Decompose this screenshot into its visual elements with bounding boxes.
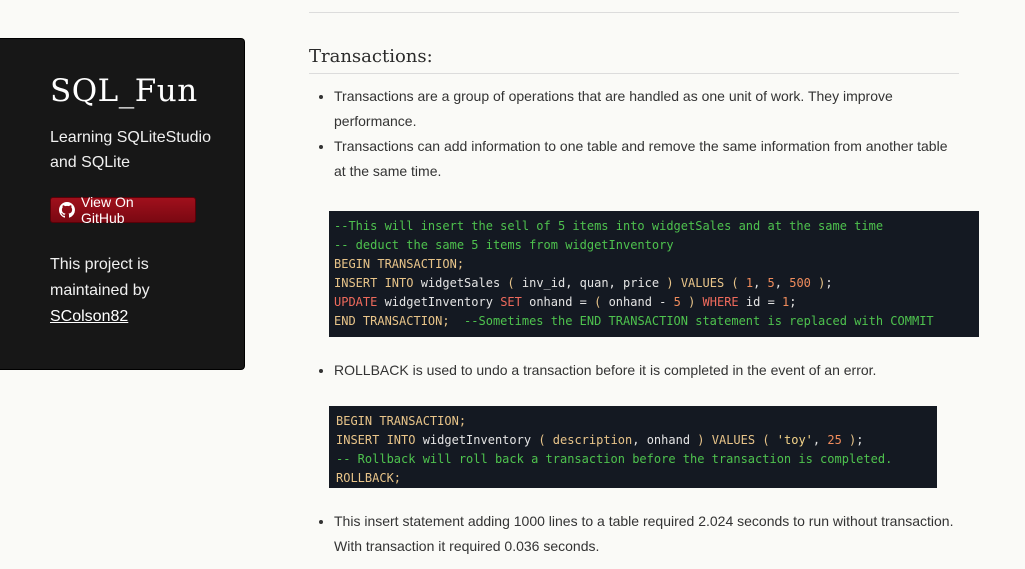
code-text: widgetSales bbox=[413, 276, 508, 290]
site-description: Learning SQLiteStudio and SQLite bbox=[50, 129, 211, 171]
code-keyword: ROLLBACK; bbox=[336, 471, 402, 485]
code-block-transaction[interactable]: --This will insert the sell of 5 items i… bbox=[329, 211, 979, 337]
code-text: widgetInventory bbox=[415, 433, 539, 447]
code-text: widgetInventory bbox=[377, 295, 501, 309]
main-content: Transactions: Transactions are a group o… bbox=[309, 46, 979, 554]
view-on-github-button[interactable]: View On GitHub bbox=[50, 194, 196, 226]
github-button-label: View On GitHub bbox=[80, 194, 134, 226]
code-text: ; bbox=[789, 295, 797, 309]
code-text: inv_id, quan, price bbox=[514, 276, 667, 290]
maintainer-link[interactable]: SColson82 bbox=[50, 308, 128, 325]
code-paren: ) bbox=[666, 276, 674, 290]
code-text: , onhand bbox=[632, 433, 698, 447]
code-comment: --Sometimes the END TRANSACTION statemen… bbox=[464, 314, 934, 328]
code-block-rollback[interactable]: BEGIN TRANSACTION; INSERT INTO widgetInv… bbox=[329, 406, 937, 488]
code-paren: ( bbox=[731, 276, 739, 290]
code-string: 'toy' bbox=[776, 433, 813, 447]
code-text: description bbox=[545, 433, 633, 447]
section-title-transactions: Transactions: bbox=[309, 46, 959, 74]
code-keyword: VALUES bbox=[673, 276, 732, 290]
code-paren: ( bbox=[507, 276, 515, 290]
site-title[interactable]: SQL_Fun bbox=[50, 73, 244, 109]
code-number: 500 bbox=[789, 276, 811, 290]
code-keyword: UPDATE bbox=[334, 295, 378, 309]
code-keyword: WHERE bbox=[695, 295, 739, 309]
code-text: id = bbox=[738, 295, 783, 309]
code-text: ; bbox=[856, 433, 864, 447]
code-keyword: INSERT INTO bbox=[336, 433, 416, 447]
code-number: 25 bbox=[827, 433, 842, 447]
code-paren: ( bbox=[762, 433, 770, 447]
list-item: Transactions can add information to one … bbox=[334, 134, 959, 184]
code-text: onhand = bbox=[521, 295, 595, 309]
code-comment: --This will insert the sell of 5 items i… bbox=[334, 219, 884, 233]
code-number: 5 bbox=[673, 295, 681, 309]
bullet-list-intro: Transactions are a group of operations t… bbox=[309, 84, 959, 184]
code-comment: -- deduct the same 5 items from widgetIn… bbox=[334, 238, 674, 252]
code-keyword: BEGIN TRANSACTION; bbox=[334, 257, 465, 271]
sidebar: SQL_Fun Learning SQLiteStudio and SQLite… bbox=[0, 38, 245, 370]
github-icon bbox=[59, 202, 75, 218]
code-keyword: BEGIN TRANSACTION; bbox=[336, 414, 467, 428]
code-keyword: SET bbox=[500, 295, 522, 309]
code-paren: ( bbox=[538, 433, 546, 447]
list-item: Transactions are a group of operations t… bbox=[334, 84, 959, 134]
list-item: This insert statement adding 1000 lines … bbox=[334, 509, 959, 559]
code-paren: ) bbox=[697, 433, 705, 447]
code-keyword: INSERT INTO bbox=[334, 276, 414, 290]
code-number: 5 bbox=[767, 276, 775, 290]
code-text: ; bbox=[825, 276, 833, 290]
list-item: ROLLBACK is used to undo a transaction b… bbox=[334, 358, 959, 383]
code-keyword: END TRANSACTION; bbox=[334, 314, 450, 328]
maintainer-prefix: This project is maintained by bbox=[50, 256, 150, 299]
code-text: onhand - bbox=[601, 295, 674, 309]
top-divider bbox=[309, 12, 959, 13]
code-number: 1 bbox=[745, 276, 754, 290]
bullet-list-performance: This insert statement adding 1000 lines … bbox=[309, 509, 959, 559]
bullet-list-rollback: ROLLBACK is used to undo a transaction b… bbox=[309, 358, 959, 383]
code-keyword: VALUES bbox=[704, 433, 763, 447]
maintainer-note: This project is maintained by SColson82 bbox=[50, 252, 180, 330]
code-comment: -- Rollback will roll back a transaction… bbox=[336, 452, 893, 466]
